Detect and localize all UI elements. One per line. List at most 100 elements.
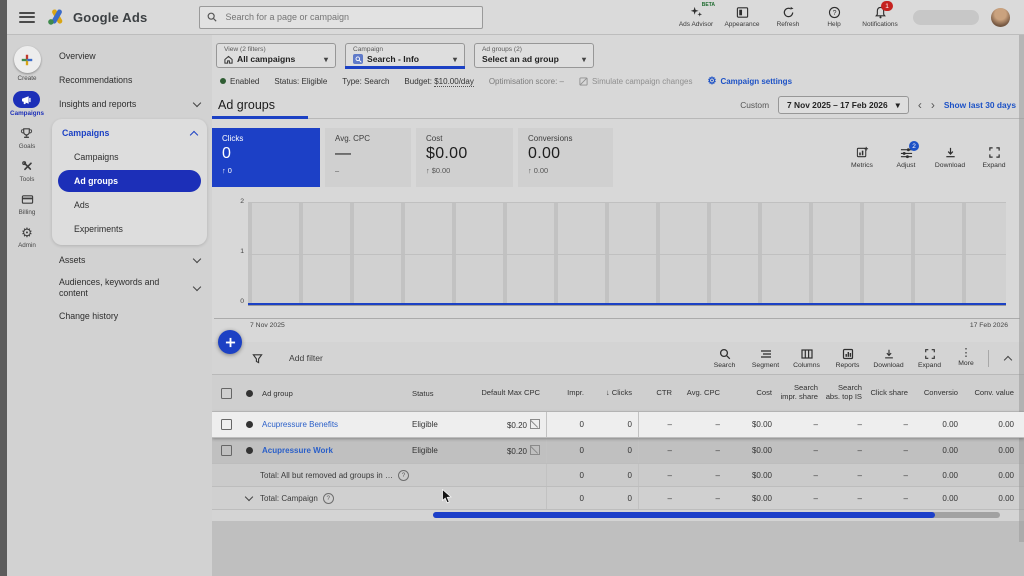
next-period-button[interactable]: › bbox=[931, 99, 935, 111]
view-filter-dropdown[interactable]: View (2 filters) All campaigns ▾ bbox=[216, 43, 336, 68]
table-expand-button[interactable]: Expand bbox=[910, 348, 949, 369]
sidebar-item-recommendations[interactable]: Recommendations bbox=[47, 68, 212, 92]
campaign-status-bar: Enabled Status: Eligible Type: Search Bu… bbox=[220, 76, 1024, 87]
add-ad-group-button[interactable] bbox=[218, 330, 242, 354]
rail-item-tools[interactable]: Tools bbox=[20, 159, 35, 183]
more-icon: ⋮ bbox=[961, 349, 972, 358]
collapse-table-button[interactable] bbox=[996, 354, 1020, 363]
menu-icon[interactable] bbox=[19, 12, 35, 23]
edit-bid-icon[interactable] bbox=[530, 419, 540, 429]
ads-advisor-button[interactable]: BETA Ads Advisor bbox=[673, 6, 719, 28]
more-button[interactable]: ⋮ More bbox=[951, 349, 981, 367]
search-input[interactable] bbox=[223, 11, 475, 23]
rail-item-goals[interactable]: Goals bbox=[19, 126, 35, 150]
col-search-abs-top-is[interactable]: Search abs. top IS bbox=[824, 384, 868, 401]
metrics-icon bbox=[856, 146, 869, 159]
enabled-dot-icon bbox=[220, 78, 226, 84]
ad-group-filter-dropdown[interactable]: Ad groups (2) Select an ad group ▾ bbox=[474, 43, 594, 68]
select-all-checkbox[interactable] bbox=[221, 388, 232, 399]
edit-bid-icon[interactable] bbox=[530, 445, 540, 455]
adjust-count-badge: 2 bbox=[909, 141, 919, 151]
col-search-impr-share[interactable]: Search impr. share bbox=[778, 384, 824, 401]
previous-period-button[interactable]: ‹ bbox=[918, 99, 922, 111]
max-cpc-value[interactable]: $0.20 bbox=[480, 419, 546, 430]
scrollbar-thumb[interactable] bbox=[433, 512, 935, 518]
row-checkbox[interactable] bbox=[221, 419, 232, 430]
download-button[interactable]: Download bbox=[930, 146, 970, 169]
col-ctr[interactable]: CTR bbox=[638, 389, 678, 398]
sidebar-item-ad-groups-active[interactable]: Ad groups bbox=[58, 170, 201, 192]
max-cpc-value[interactable]: $0.20 bbox=[480, 445, 546, 456]
sidebar-item-experiments[interactable]: Experiments bbox=[52, 217, 207, 241]
chart-plot-area bbox=[248, 202, 1006, 306]
avatar[interactable] bbox=[991, 8, 1010, 27]
filter-funnel-icon bbox=[252, 353, 263, 364]
col-impr[interactable]: Impr. bbox=[546, 389, 590, 398]
left-rail: Create Campaigns Goals Tools Billing ⚙ A… bbox=[7, 34, 47, 576]
refresh-icon bbox=[782, 6, 795, 19]
reports-button[interactable]: Reports bbox=[828, 348, 867, 369]
create-button[interactable]: Create bbox=[14, 46, 41, 82]
sidebar-item-insights[interactable]: Insights and reports bbox=[47, 92, 212, 116]
columns-button[interactable]: Columns bbox=[787, 348, 826, 369]
expand-button[interactable]: Expand bbox=[974, 146, 1014, 169]
help-button[interactable]: ? Help bbox=[811, 6, 857, 28]
refresh-button[interactable]: Refresh bbox=[765, 6, 811, 28]
adjust-button[interactable]: 2 Adjust bbox=[886, 146, 926, 169]
sidebar-item-campaigns[interactable]: Campaigns bbox=[52, 145, 207, 169]
col-ad-group[interactable]: Ad group bbox=[260, 389, 410, 398]
table-row[interactable]: Acupressure Work Eligible $0.20 0 0 – – … bbox=[212, 438, 1024, 464]
rail-goals-label: Goals bbox=[19, 143, 35, 150]
scorecard-cost[interactable]: Cost $0.00 ↑ $0.00 bbox=[416, 128, 513, 187]
rail-item-campaigns[interactable]: Campaigns bbox=[10, 91, 44, 117]
rail-item-admin[interactable]: ⚙ Admin bbox=[18, 225, 36, 249]
col-clicks[interactable]: ↓Clicks bbox=[590, 389, 638, 398]
col-default-max-cpc[interactable]: Default Max CPC bbox=[480, 389, 546, 398]
campaign-filter-dropdown[interactable]: Campaign Search - Info ▾ bbox=[345, 43, 465, 68]
date-range-dropdown[interactable]: 7 Nov 2025 – 17 Feb 2026 ▾ bbox=[778, 96, 909, 114]
rail-item-billing[interactable]: Billing bbox=[19, 192, 36, 216]
scorecard-clicks[interactable]: Clicks 0 ↑ 0 bbox=[212, 128, 320, 187]
budget-text[interactable]: Budget: $10.00/day bbox=[404, 77, 473, 86]
col-status[interactable]: Status bbox=[410, 389, 480, 398]
col-click-share[interactable]: Click share bbox=[868, 389, 914, 398]
metrics-button[interactable]: Metrics bbox=[842, 146, 882, 169]
horizontal-scrollbar[interactable] bbox=[212, 511, 1024, 519]
sidebar-item-overview[interactable]: Overview bbox=[47, 44, 212, 68]
scorecard-avg-cpc[interactable]: Avg. CPC — – bbox=[325, 128, 411, 187]
sidebar-item-audiences[interactable]: Audiences, keywords and content bbox=[47, 272, 212, 304]
enabled-status[interactable]: Enabled bbox=[220, 77, 259, 86]
ad-group-link[interactable]: Acupressure Benefits bbox=[260, 420, 410, 429]
sidebar-item-campaigns-group[interactable]: Campaigns bbox=[52, 121, 207, 145]
col-conversions[interactable]: Conversio bbox=[914, 389, 964, 398]
ad-group-link[interactable]: Acupressure Work bbox=[260, 446, 410, 455]
help-circle-icon[interactable]: ? bbox=[398, 470, 409, 481]
segment-button[interactable]: Segment bbox=[746, 348, 785, 369]
campaign-settings-link[interactable]: ⚙ Campaign settings bbox=[707, 76, 792, 87]
row-checkbox[interactable] bbox=[221, 445, 232, 456]
chevron-down-icon[interactable] bbox=[245, 493, 253, 501]
main-content: View (2 filters) All campaigns ▾ Campaig… bbox=[212, 34, 1024, 521]
help-circle-icon[interactable]: ? bbox=[323, 493, 334, 504]
home-icon bbox=[224, 55, 233, 64]
rail-admin-label: Admin bbox=[18, 242, 36, 249]
table-search-button[interactable]: Search bbox=[705, 348, 744, 369]
table-row[interactable]: Acupressure Benefits Eligible $0.20 0 0 … bbox=[212, 412, 1024, 438]
col-avg-cpc[interactable]: Avg. CPC bbox=[678, 389, 726, 398]
scorecard-conversions[interactable]: Conversions 0.00 ↑ 0.00 bbox=[518, 128, 613, 187]
add-filter-button[interactable]: Add filter bbox=[252, 353, 323, 364]
sidebar-item-ads[interactable]: Ads bbox=[52, 193, 207, 217]
sparkle-icon bbox=[690, 6, 703, 19]
notifications-button[interactable]: 1 Notifications bbox=[857, 6, 903, 28]
col-conv-value[interactable]: Conv. value bbox=[964, 389, 1020, 398]
col-cost[interactable]: Cost bbox=[726, 389, 778, 398]
scrollbar-track[interactable] bbox=[433, 512, 1000, 518]
table-download-button[interactable]: Download bbox=[869, 348, 908, 369]
sidebar-item-change-history[interactable]: Change history bbox=[47, 304, 212, 328]
search-icon bbox=[207, 12, 217, 22]
global-search[interactable] bbox=[199, 6, 483, 29]
appearance-button[interactable]: Appearance bbox=[719, 6, 765, 28]
chevron-down-icon bbox=[193, 283, 201, 291]
show-last-30-days-link[interactable]: Show last 30 days bbox=[944, 100, 1016, 110]
sidebar-item-assets[interactable]: Assets bbox=[47, 248, 212, 272]
